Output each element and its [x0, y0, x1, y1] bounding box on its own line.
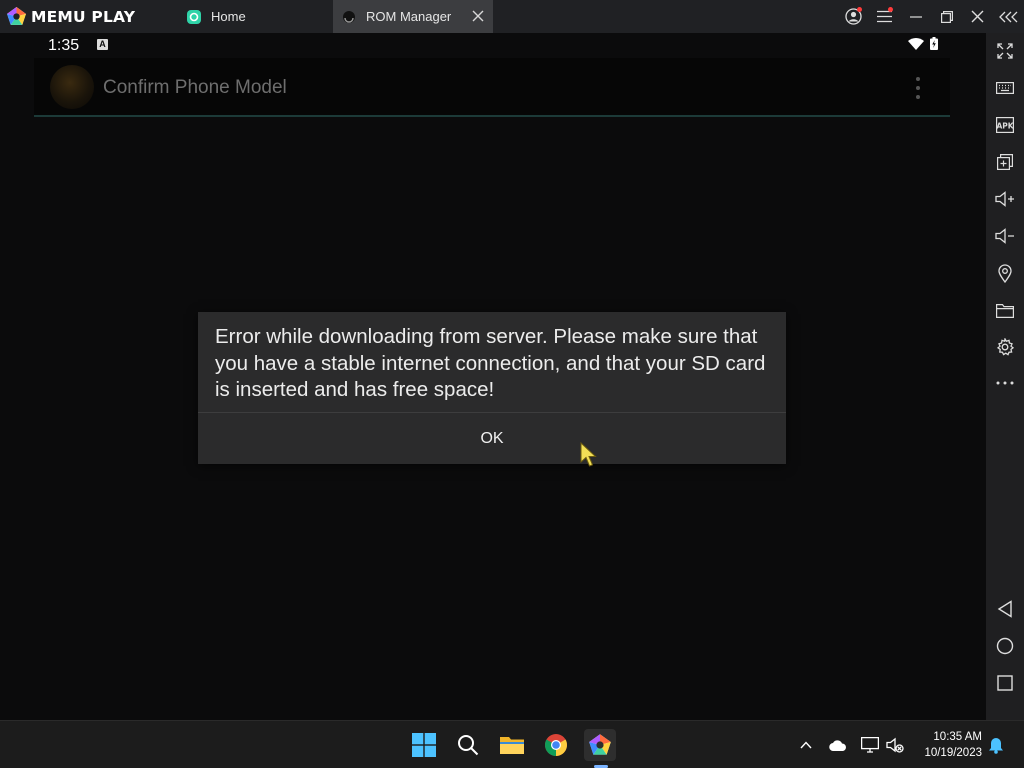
status-icons — [908, 37, 938, 50]
close-icon — [971, 10, 984, 23]
tab-rom-manager[interactable]: ROM Manager — [333, 0, 493, 33]
volume-down-icon — [995, 228, 1014, 244]
settings-icon — [996, 338, 1014, 356]
volume-up-button[interactable] — [986, 184, 1024, 214]
ok-button[interactable]: OK — [198, 413, 786, 464]
start-button[interactable] — [408, 729, 440, 761]
brand-name: MEMU PLAY — [31, 7, 136, 26]
battery-charging-icon — [930, 37, 938, 50]
emulator-titlebar: MEMU PLAY Home ROM Manager — [0, 0, 1024, 33]
multi-instance-button[interactable] — [986, 147, 1024, 177]
tab-rom-manager-label: ROM Manager — [366, 9, 452, 24]
home-tab-icon — [186, 9, 202, 25]
apk-icon: APK — [996, 117, 1014, 133]
menu-notification-dot — [888, 7, 893, 12]
window-controls — [838, 0, 1024, 33]
error-dialog: Error while downloading from server. Ple… — [198, 312, 786, 464]
memu-taskbar-button[interactable] — [584, 729, 616, 761]
app-action-bar: Confirm Phone Model — [34, 58, 950, 117]
memu-logo: MEMU PLAY — [0, 0, 178, 33]
notification-app-icon: A — [97, 39, 108, 50]
folder-button[interactable] — [986, 295, 1024, 325]
windows-taskbar: 10:35 AM 10/19/2023 — [0, 720, 1024, 768]
overflow-dot — [916, 95, 920, 99]
android-back-button[interactable] — [986, 594, 1024, 624]
display-button[interactable] — [860, 735, 880, 755]
recents-icon — [997, 675, 1013, 691]
dialog-message: Error while downloading from server. Ple… — [215, 325, 766, 401]
svg-text:APK: APK — [996, 122, 1014, 131]
fullscreen-button[interactable] — [986, 36, 1024, 66]
multi-instance-icon — [997, 154, 1013, 170]
volume-tray-button[interactable] — [885, 735, 905, 755]
rom-manager-tab-icon — [341, 9, 357, 25]
status-time: 1:35 — [48, 37, 80, 54]
tab-home[interactable]: Home — [178, 0, 333, 33]
mouse-cursor-icon — [580, 442, 597, 467]
more-icon — [996, 381, 1014, 385]
chrome-icon — [545, 734, 567, 756]
triple-chevron-left-icon — [998, 11, 1017, 22]
chrome-button[interactable] — [540, 729, 572, 761]
android-home-button[interactable] — [986, 631, 1024, 661]
account-button[interactable] — [838, 0, 869, 33]
search-icon — [458, 735, 479, 756]
clock-time: 10:35 AM — [933, 731, 982, 743]
clock-date: 10/19/2023 — [924, 747, 982, 759]
menu-button[interactable] — [869, 0, 900, 33]
file-explorer-button[interactable] — [496, 729, 528, 761]
keyboard-icon — [996, 82, 1014, 94]
emulator-sidebar: APK — [986, 33, 1024, 720]
android-status-bar: 1:35 A — [34, 33, 950, 58]
notifications-button[interactable] — [986, 735, 1006, 755]
folder-icon — [996, 303, 1014, 318]
tab-home-label: Home — [211, 9, 246, 24]
location-icon — [998, 263, 1012, 283]
close-tab-icon[interactable] — [471, 9, 485, 23]
cloud-icon — [829, 739, 846, 751]
restore-icon — [940, 10, 953, 23]
volume-up-icon — [995, 191, 1014, 207]
location-button[interactable] — [986, 258, 1024, 288]
minimize-icon — [909, 15, 922, 18]
home-icon — [996, 637, 1014, 655]
wifi-icon — [908, 37, 924, 50]
minimize-button[interactable] — [900, 0, 931, 33]
onedrive-button[interactable] — [828, 735, 848, 755]
close-button[interactable] — [962, 0, 993, 33]
show-hidden-icons-button[interactable] — [796, 735, 816, 755]
settings-button[interactable] — [986, 332, 1024, 362]
collapse-sidebar-button[interactable] — [993, 0, 1024, 33]
page-title: Confirm Phone Model — [103, 77, 287, 98]
android-recents-button[interactable] — [986, 668, 1024, 698]
keyboard-button[interactable] — [986, 73, 1024, 103]
windows-start-icon — [412, 733, 436, 757]
speaker-muted-icon — [886, 737, 904, 753]
restore-button[interactable] — [931, 0, 962, 33]
memu-app-icon — [589, 734, 611, 755]
bell-icon — [989, 737, 1003, 754]
monitor-icon — [861, 737, 879, 753]
overflow-dot — [916, 77, 920, 81]
apk-button[interactable]: APK — [986, 110, 1024, 140]
fullscreen-icon — [997, 43, 1013, 59]
memu-logo-icon — [7, 7, 26, 25]
taskbar-clock[interactable]: 10:35 AM 10/19/2023 — [912, 729, 982, 761]
back-icon — [997, 600, 1012, 618]
volume-down-button[interactable] — [986, 221, 1024, 251]
notification-dot — [857, 7, 862, 12]
overflow-menu-icon[interactable] — [916, 77, 920, 99]
search-button[interactable] — [452, 729, 484, 761]
rom-manager-app-icon[interactable] — [50, 65, 94, 109]
android-screen: 1:35 A Confirm Phone Model Error while d… — [34, 33, 950, 720]
more-button[interactable] — [986, 368, 1024, 398]
overflow-dot — [916, 86, 920, 90]
chevron-up-icon — [800, 741, 812, 749]
file-explorer-icon — [500, 737, 524, 754]
